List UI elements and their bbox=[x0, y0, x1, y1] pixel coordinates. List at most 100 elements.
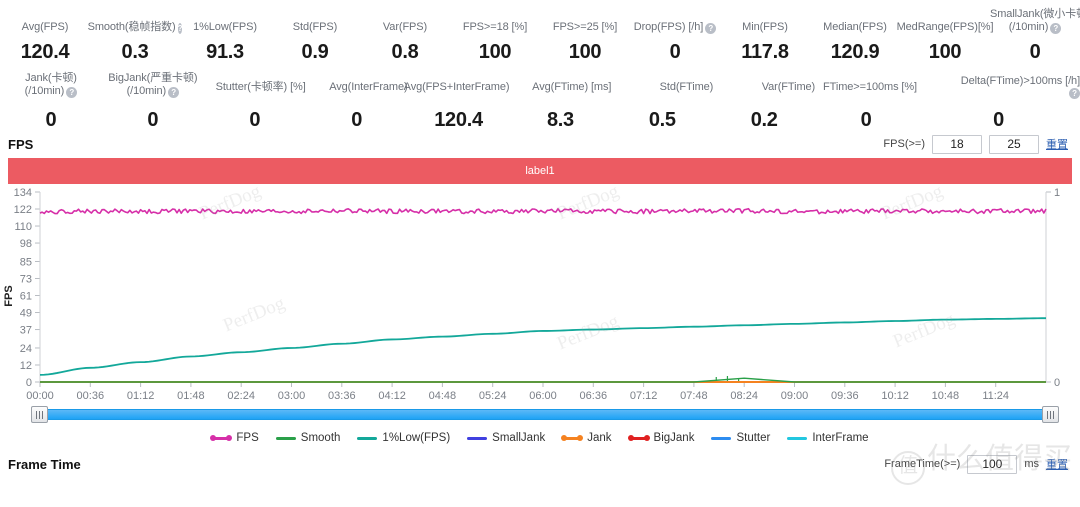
stat-label: Var(FPS) bbox=[382, 21, 428, 33]
fps-section-header: FPS FPS(>=) 重置 bbox=[0, 130, 1080, 158]
stat-value: 91.3 bbox=[206, 41, 244, 63]
legend-item-fps[interactable]: FPS bbox=[210, 432, 259, 444]
legend-item-jank[interactable]: Jank bbox=[561, 432, 612, 444]
y-tick-label: 0 bbox=[26, 377, 32, 389]
y2-tick-label: 0 bbox=[1054, 377, 1060, 389]
help-icon[interactable]: ? bbox=[705, 23, 717, 34]
stat-sublabel: (/10min) bbox=[126, 85, 167, 97]
legend-label: Jank bbox=[587, 432, 612, 444]
x-tick-label: 00:36 bbox=[77, 390, 105, 402]
stat-label: Delta(FTime)>100ms [/h] bbox=[960, 75, 1080, 87]
help-icon[interactable]: ? bbox=[1050, 23, 1062, 34]
x-tick-label: 06:36 bbox=[580, 390, 608, 402]
stat-delta-ftime-100ms: Delta(FTime)>100ms [/h]? 0 bbox=[917, 72, 1080, 131]
chart-range-scrollbar[interactable] bbox=[31, 406, 1059, 423]
series-line-1pct-low bbox=[39, 317, 1047, 376]
help-icon[interactable]: ? bbox=[66, 87, 78, 98]
y-tick-label: 110 bbox=[14, 221, 32, 233]
stat-avg-ftime: Avg(FTime) [ms] 8.3 bbox=[509, 72, 612, 132]
stat-drop-fps: Drop(FPS) [/h]? 0 bbox=[630, 8, 720, 63]
legend-item-1-low-fps[interactable]: 1%Low(FPS) bbox=[357, 432, 450, 444]
stat-value: 117.8 bbox=[741, 41, 789, 63]
x-tick-label: 03:36 bbox=[328, 390, 356, 402]
stat-label: Avg(FTime) [ms] bbox=[532, 80, 612, 93]
legend-item-smalljank[interactable]: SmallJank bbox=[467, 432, 545, 444]
stat-label: Stutter(卡顿率) [%] bbox=[215, 80, 306, 93]
stat-label: FPS>=18 [%] bbox=[462, 21, 528, 33]
range-track[interactable] bbox=[40, 409, 1050, 420]
legend-label: SmallJank bbox=[492, 432, 546, 444]
stat-avg-fps-interframe: Avg(FPS+InterFrame) 120.4 bbox=[404, 72, 510, 132]
stat-label: Jank(卡顿) bbox=[25, 72, 77, 84]
x-tick-label: 07:12 bbox=[630, 390, 658, 402]
x-tick-label: 06:00 bbox=[529, 390, 557, 402]
legend-label: InterFrame bbox=[812, 432, 869, 444]
label-band-container: label1 bbox=[0, 158, 1080, 184]
frametime-reset-link[interactable]: 重置 bbox=[1046, 456, 1068, 472]
grip-icon bbox=[36, 410, 43, 419]
frametime-threshold-label: FrameTime(>=) bbox=[884, 458, 961, 470]
fps-threshold-high-input[interactable] bbox=[989, 134, 1039, 154]
legend-label: BigJank bbox=[653, 432, 695, 444]
help-icon[interactable]: ? bbox=[1069, 88, 1080, 99]
stat-1pct-low-fps: 1%Low(FPS) 91.3 bbox=[180, 8, 270, 63]
legend-label: Smooth bbox=[300, 432, 341, 444]
frametime-threshold-input[interactable] bbox=[967, 454, 1018, 474]
legend-swatch-icon bbox=[627, 435, 650, 441]
y-tick-label: 49 bbox=[20, 308, 32, 320]
fps-reset-link[interactable]: 重置 bbox=[1046, 136, 1068, 152]
label-band[interactable]: label1 bbox=[8, 158, 1072, 184]
range-handle-right[interactable] bbox=[1042, 406, 1059, 423]
fps-threshold-label: FPS(>=) bbox=[883, 138, 925, 150]
fps-threshold-low-input[interactable] bbox=[932, 134, 982, 154]
stat-value: 0 bbox=[1029, 41, 1041, 63]
stat-jank: Jank(卡顿) (/10min)? 0 bbox=[0, 72, 102, 131]
stat-label: Smooth(稳帧指数) bbox=[87, 21, 176, 33]
stat-value: 0 bbox=[351, 109, 363, 131]
stat-label: Min(FPS) bbox=[742, 21, 788, 33]
range-handle-left[interactable] bbox=[31, 406, 48, 423]
stat-value: 0 bbox=[147, 109, 159, 131]
stat-std-ftime: Std(FTime) 0.5 bbox=[611, 72, 714, 132]
y-axis-title: FPS bbox=[3, 285, 15, 306]
stat-value: 0.9 bbox=[301, 41, 329, 63]
fps-chart[interactable]: 0 12 24 37 49 61 73 85 98 110 122 134 01 00:00 00:36… bbox=[0, 181, 1080, 402]
stat-label: FTime>=100ms [%] bbox=[823, 80, 918, 93]
legend-swatch-icon bbox=[210, 435, 233, 441]
legend-item-interframe[interactable]: InterFrame bbox=[787, 432, 869, 444]
stat-value: 0.3 bbox=[121, 41, 149, 63]
stat-sublabel: (/10min) bbox=[24, 85, 65, 97]
x-tick-label: 04:48 bbox=[429, 390, 457, 402]
legend-swatch-icon bbox=[787, 436, 808, 440]
stats-row-frametime: Jank(卡顿) (/10min)? 0 BigJank(严重卡顿) (/10m… bbox=[0, 62, 1080, 132]
stat-value: 100 bbox=[478, 41, 512, 63]
x-tick-label: 03:00 bbox=[278, 390, 306, 402]
fps-chart-svg[interactable]: 01224374961738598110122134 01 00:00 00:36… bbox=[0, 184, 1080, 402]
legend-item-stutter[interactable]: Stutter bbox=[711, 432, 770, 444]
stat-label: Avg(FPS) bbox=[21, 21, 69, 33]
series-line-fps bbox=[39, 207, 1047, 215]
summary-stats: Avg(FPS) 120.4 Smooth(稳帧指数)? 0.3 1%Low(F… bbox=[0, 0, 1080, 132]
stat-smalljank: SmallJank(微小卡顿) (/10min)? 0 bbox=[990, 8, 1080, 63]
chart-series-group bbox=[39, 207, 1047, 383]
stat-stutter: Stutter(卡顿率) [%] 0 bbox=[204, 72, 306, 132]
x-tick-label: 10:12 bbox=[881, 390, 909, 402]
y-axis-left: 0 12 24 37 49 61 73 85 98 110 122 134 bbox=[14, 187, 40, 389]
legend-label: Stutter bbox=[736, 432, 771, 444]
stat-smooth: Smooth(稳帧指数)? 0.3 bbox=[87, 8, 183, 63]
help-icon[interactable]: ? bbox=[168, 87, 180, 98]
stat-var-fps: Var(FPS) 0.8 bbox=[360, 8, 450, 63]
legend-swatch-icon bbox=[561, 435, 584, 441]
stat-label: Avg(InterFrame) bbox=[329, 80, 408, 93]
x-tick-label: 09:36 bbox=[831, 390, 859, 402]
y2-tick-label: 1 bbox=[1054, 187, 1060, 199]
stat-label: Drop(FPS) [/h] bbox=[633, 21, 704, 33]
y-tick-label: 61 bbox=[20, 291, 32, 303]
y-tick-label: 122 bbox=[14, 204, 32, 216]
page-title-frametime: Frame Time bbox=[8, 456, 81, 472]
legend-item-smooth[interactable]: Smooth bbox=[275, 432, 341, 444]
stat-value: 0 bbox=[45, 109, 57, 131]
frametime-section-header: Frame Time FrameTime(>=) ms 重置 bbox=[0, 450, 1080, 478]
legend-item-bigjank[interactable]: BigJank bbox=[627, 432, 695, 444]
stat-value: 100 bbox=[928, 41, 962, 63]
